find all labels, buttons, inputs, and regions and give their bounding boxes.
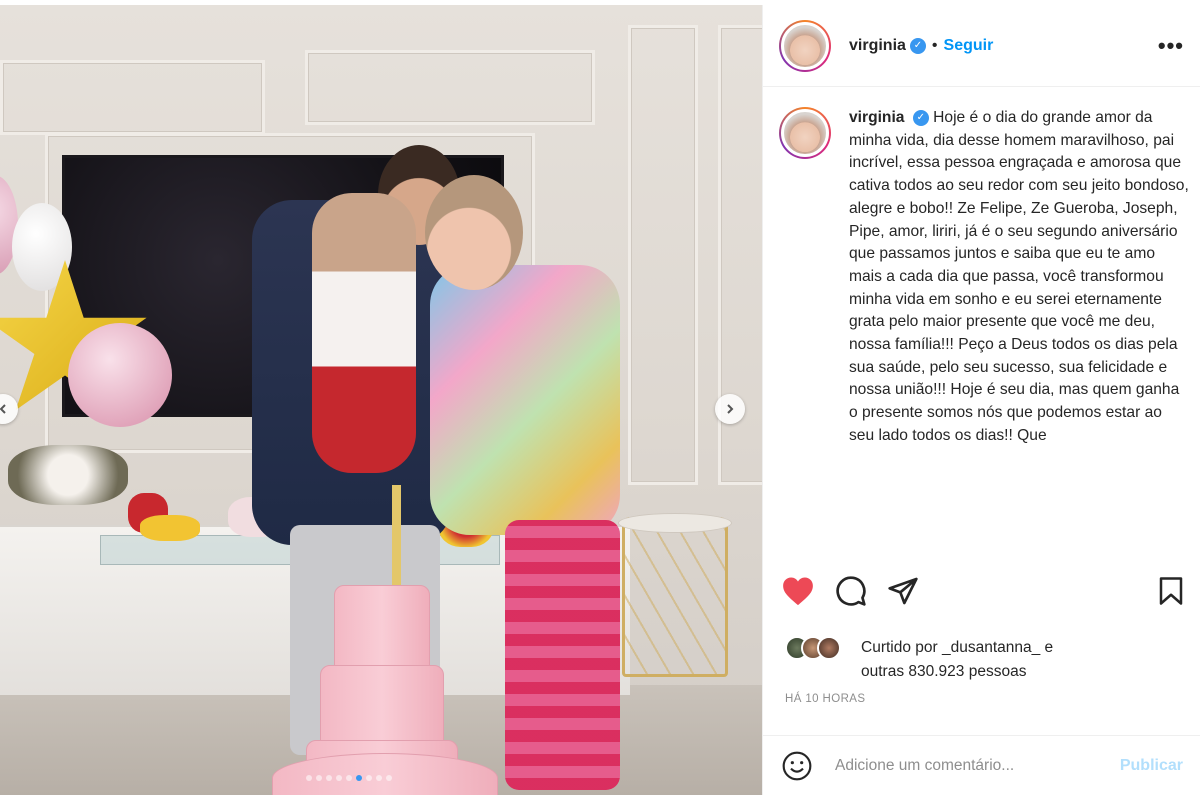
side-table-top	[618, 513, 732, 533]
toy-plush	[140, 515, 200, 541]
carousel-dot	[366, 775, 372, 781]
carousel-dot	[306, 775, 312, 781]
likes-others[interactable]: outras 830.923 pessoas	[861, 663, 1026, 680]
avatar-image	[781, 109, 829, 157]
likes-suffix: e	[1040, 639, 1054, 656]
cake-candle	[392, 485, 401, 595]
caption-text: virginia ✓ Hoje é o dia do grande amor d…	[849, 107, 1189, 557]
post-timestamp[interactable]: HÁ 10 HORAS	[785, 693, 865, 705]
bookmark-icon[interactable]	[1157, 576, 1185, 606]
header-separator: •	[931, 36, 938, 54]
more-options-icon[interactable]: •••	[1158, 33, 1184, 59]
verified-badge-icon: ✓	[912, 109, 929, 126]
carousel-dot	[386, 775, 392, 781]
wall-molding	[305, 50, 595, 125]
post-header: virginia ✓ • Seguir •••	[763, 5, 1200, 87]
pink-balloon	[68, 323, 172, 427]
paper-plane-icon[interactable]	[887, 575, 919, 607]
wall-molding	[0, 60, 265, 135]
post-photo	[0, 5, 762, 795]
publish-button[interactable]: Publicar	[1120, 757, 1183, 775]
chevron-left-icon	[0, 404, 6, 414]
carousel-indicator	[306, 775, 392, 781]
likes-text: Curtido por _dusantanna_ e outras 830.92…	[861, 636, 1053, 684]
comment-bar: Adicione um comentário... Publicar	[763, 735, 1200, 795]
post-side-panel: virginia ✓ • Seguir ••• virginia ✓ Hoje …	[762, 5, 1200, 795]
avatar-image	[781, 21, 829, 70]
post-username[interactable]: virginia	[849, 37, 906, 55]
verified-badge-icon: ✓	[909, 37, 926, 54]
comment-input[interactable]: Adicione um comentário...	[835, 757, 1120, 775]
carousel-dot	[326, 775, 332, 781]
caption-avatar[interactable]	[779, 107, 831, 159]
woman-head	[425, 175, 523, 290]
likes-prefix: Curtido por	[861, 639, 942, 656]
flower-arrangement	[8, 445, 128, 505]
profile-avatar[interactable]	[779, 19, 831, 72]
chevron-right-icon	[727, 404, 734, 414]
woman-tie-dye-shirt	[430, 265, 620, 535]
woman-plaid-pants	[505, 520, 620, 790]
post-actions	[781, 575, 1185, 607]
carousel-prev-button[interactable]	[0, 394, 18, 424]
carousel-dot	[346, 775, 352, 781]
heart-icon[interactable]	[781, 575, 815, 607]
carousel-dot	[356, 775, 362, 781]
carousel-dot	[336, 775, 342, 781]
liker-avatar[interactable]	[817, 636, 841, 660]
gold-side-table	[622, 517, 728, 677]
carousel-dot	[376, 775, 382, 781]
likes-summary: Curtido por _dusantanna_ e outras 830.92…	[785, 636, 1053, 684]
baby	[312, 193, 416, 473]
caption-username[interactable]: virginia	[849, 109, 904, 126]
caption-container: virginia ✓ Hoje é o dia do grande amor d…	[779, 107, 1189, 557]
emoji-icon[interactable]	[781, 750, 813, 782]
liker-avatars	[785, 636, 855, 660]
liker-username[interactable]: _dusantanna_	[942, 639, 1040, 656]
cake-base	[272, 753, 498, 795]
comment-icon[interactable]	[835, 575, 867, 607]
carousel-dot	[316, 775, 322, 781]
carousel-next-button[interactable]	[715, 394, 745, 424]
caption-body: Hoje é o dia do grande amor da minha vid…	[849, 109, 1189, 444]
wall-molding	[628, 25, 698, 485]
follow-button[interactable]: Seguir	[944, 37, 994, 55]
